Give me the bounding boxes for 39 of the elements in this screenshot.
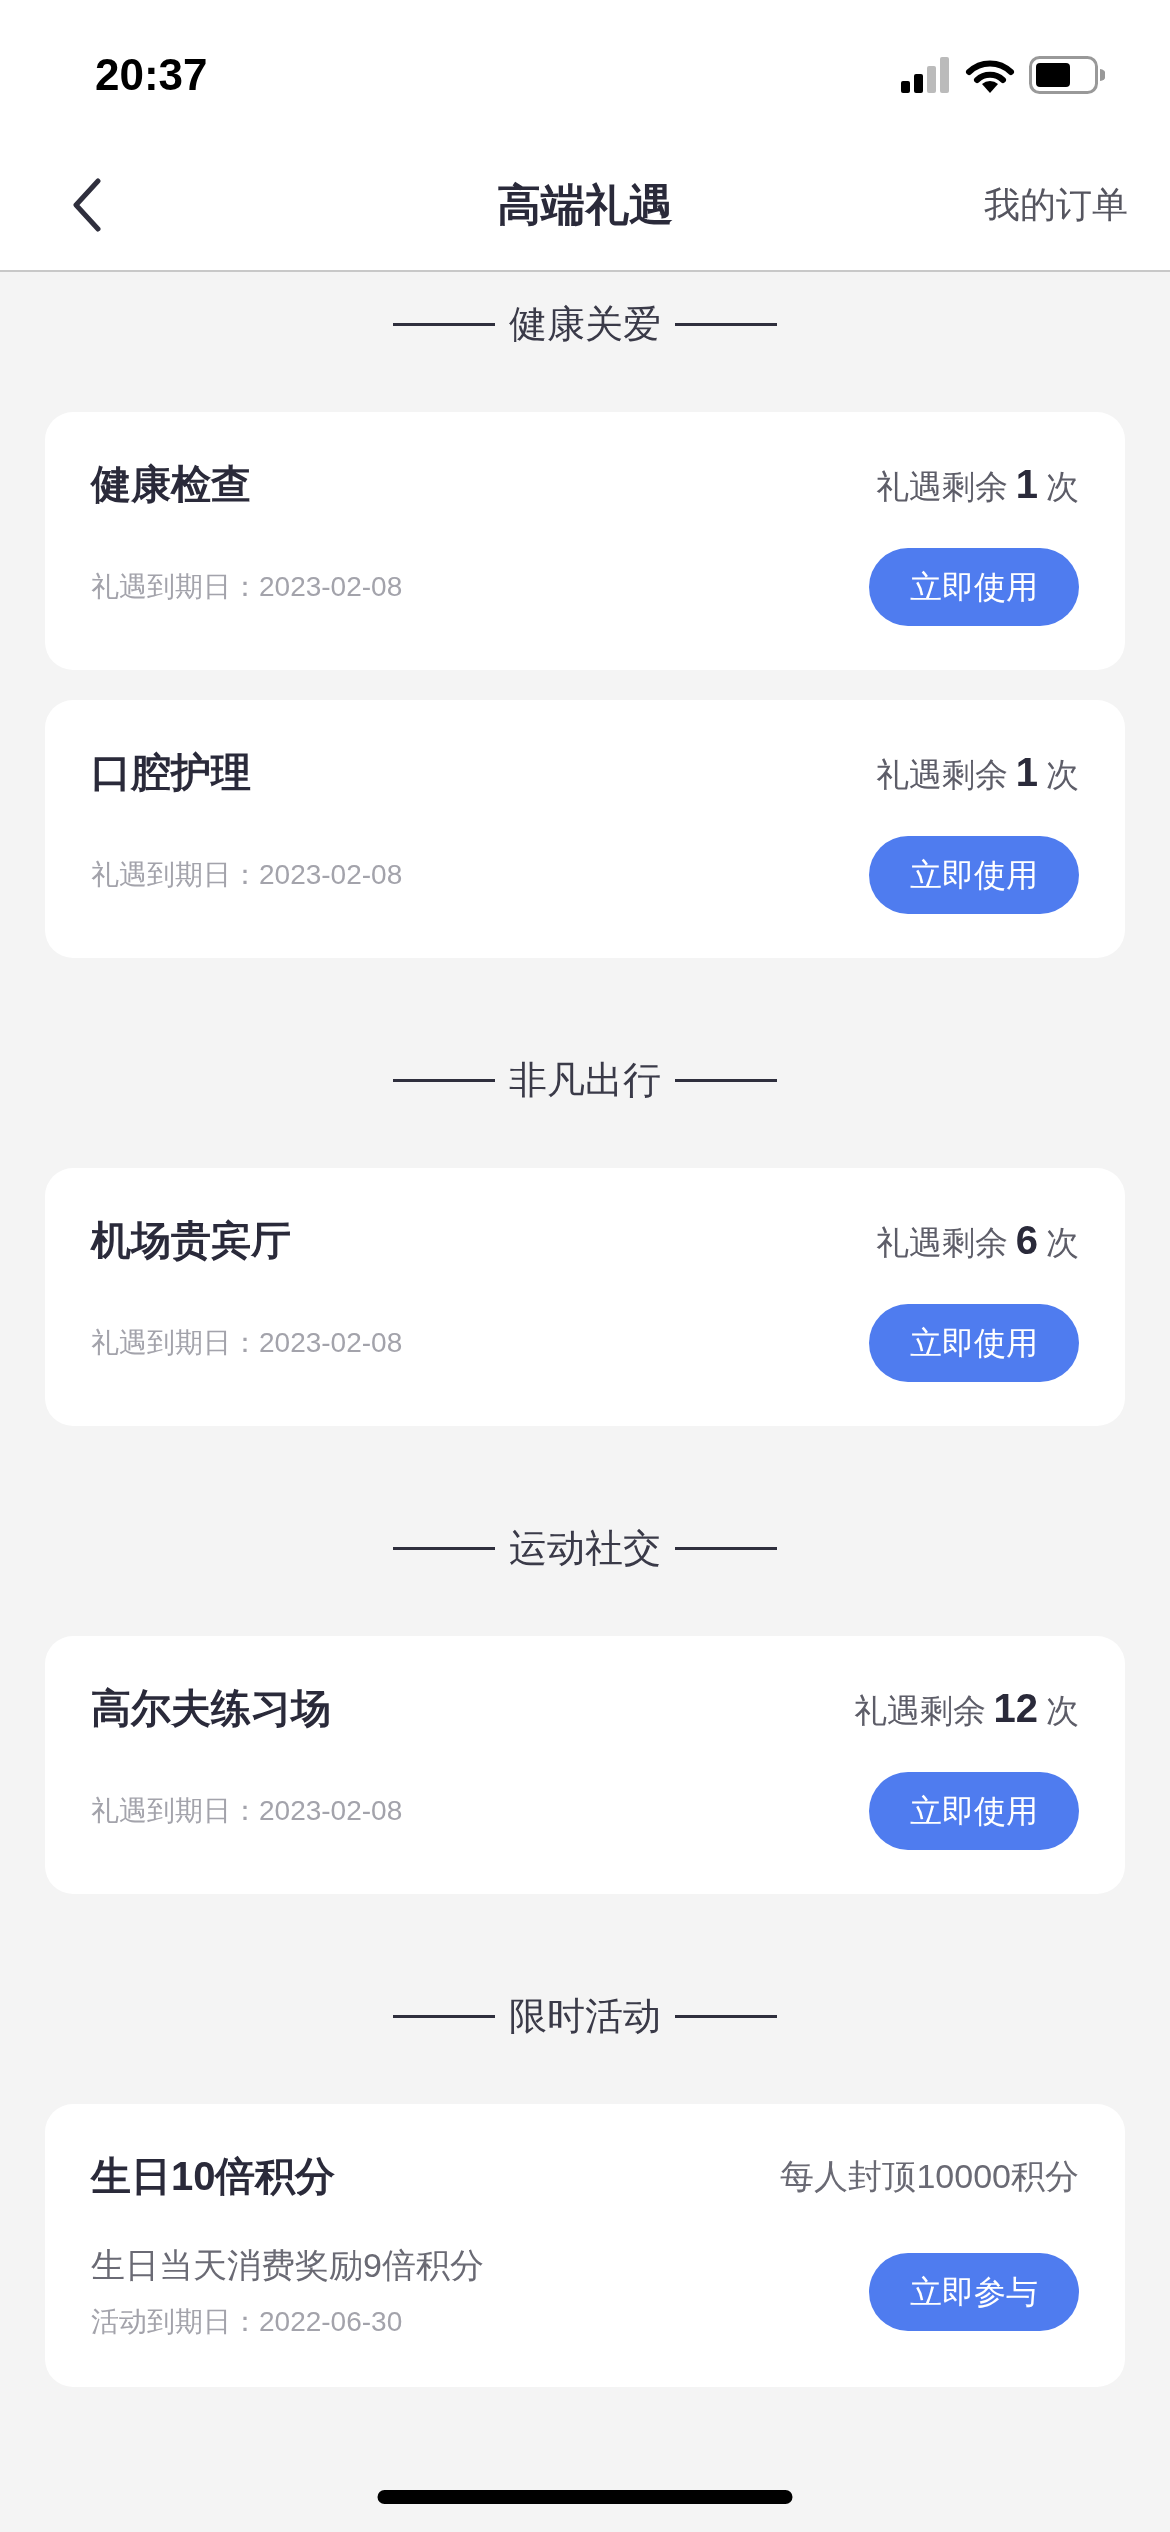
- quota-label: 礼遇剩余: [875, 755, 1008, 795]
- my-orders-link[interactable]: 我的订单: [984, 178, 1128, 232]
- wifi-icon: [965, 57, 1015, 93]
- quota-label: 礼遇剩余: [853, 1691, 986, 1731]
- points-cap: 每人封顶10000积分: [780, 2155, 1079, 2197]
- card-title: 机场贵宾厅: [91, 1217, 291, 1264]
- section-title: 非凡出行: [509, 1061, 661, 1099]
- expiry-date: 活动到期日：2022-06-30: [91, 2305, 404, 2339]
- battery-icon: [1029, 56, 1105, 94]
- status-time: 20:37: [95, 49, 208, 101]
- expiry-date: 礼遇到期日：2023-02-08: [91, 570, 403, 604]
- page-title: 高端礼遇: [497, 179, 673, 231]
- signal-icon: [901, 57, 951, 93]
- quota-label: 礼遇剩余: [875, 1223, 1008, 1263]
- quota-count: 12: [993, 1685, 1038, 1732]
- quota-unit: 次: [1046, 467, 1079, 507]
- card-description: 生日当天消费奖励9倍积分: [91, 2245, 484, 2286]
- section-title: 限时活动: [509, 1997, 661, 2035]
- card-title: 高尔夫练习场: [91, 1685, 331, 1732]
- quota-label: 礼遇剩余: [875, 467, 1008, 507]
- card-title: 健康检查: [91, 461, 251, 508]
- section-title: 运动社交: [509, 1529, 661, 1567]
- quota-count: 6: [1015, 1217, 1038, 1264]
- action-button[interactable]: 立即使用: [869, 1772, 1079, 1850]
- expiry-date: 礼遇到期日：2023-02-08: [91, 1794, 403, 1828]
- quota-count: 1: [1015, 461, 1038, 508]
- card-title: 生日10倍积分: [91, 2153, 336, 2200]
- quota-unit: 次: [1046, 755, 1079, 795]
- card-title: 口腔护理: [91, 749, 251, 796]
- section-title: 健康关爱: [509, 305, 661, 343]
- action-button[interactable]: 立即参与: [869, 2252, 1079, 2331]
- action-button[interactable]: 立即使用: [869, 548, 1079, 626]
- quota-unit: 次: [1046, 1223, 1079, 1263]
- quota-count: 1: [1015, 749, 1038, 796]
- quota-unit: 次: [1046, 1691, 1079, 1731]
- action-button[interactable]: 立即使用: [869, 836, 1079, 914]
- expiry-date: 礼遇到期日：2023-02-08: [91, 858, 403, 892]
- action-button[interactable]: 立即使用: [869, 1304, 1079, 1382]
- expiry-date: 礼遇到期日：2023-02-08: [91, 1326, 403, 1360]
